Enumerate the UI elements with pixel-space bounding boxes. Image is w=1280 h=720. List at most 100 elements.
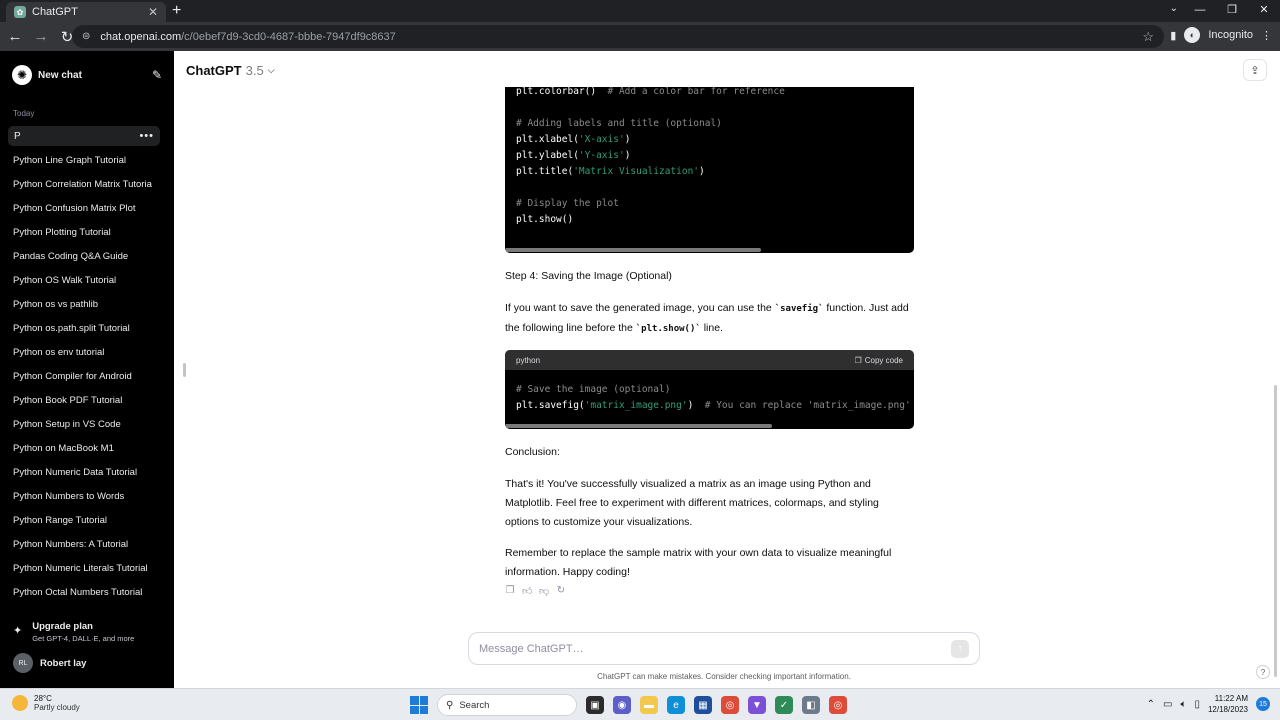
code-string: 'matrix_image.png' <box>584 400 688 411</box>
model-selector[interactable]: ChatGPT 3.5 ⌵ <box>186 63 275 78</box>
notification-badge[interactable]: 15 <box>1256 697 1270 711</box>
clock[interactable]: 11:22 AM 12/18/2023 <box>1208 693 1248 715</box>
store-icon[interactable]: ▦ <box>694 696 712 714</box>
sidebar-chat-item[interactable]: Python Confusion Matrix Plot <box>13 200 155 224</box>
close-window-button[interactable]: ✕ <box>1248 0 1280 22</box>
restore-button[interactable]: ❐ <box>1216 0 1248 22</box>
weather-temp: 28°C <box>34 694 52 703</box>
code-block-1: plt.colorbar() # Add a color bar for ref… <box>505 87 914 253</box>
sidebar-chat-item[interactable]: Python Numeric Data Tutorial <box>13 464 155 488</box>
site-info-icon[interactable]: ⊜ <box>82 31 90 42</box>
chat-history-list: Python Line Graph Tutorial Python Correla… <box>13 152 155 608</box>
app-icon-green[interactable]: ✓ <box>775 696 793 714</box>
sidebar-chat-item[interactable]: Python Numbers to Words <box>13 488 155 512</box>
help-button[interactable]: ? <box>1256 665 1270 679</box>
message-input[interactable] <box>479 642 951 655</box>
new-chat-button[interactable]: ✺ New chat ✎ <box>12 65 162 85</box>
code-block-2-scrollbar[interactable] <box>505 424 772 428</box>
active-chat-item[interactable]: P ••• <box>8 126 160 146</box>
code-language-label: python <box>516 355 541 365</box>
volume-icon[interactable]: 🔈︎ <box>1180 699 1186 710</box>
sidebar-chat-item[interactable]: Pandas Coding Q&A Guide <box>13 248 155 272</box>
copy-message-icon[interactable]: ❐ <box>505 585 515 597</box>
share-button[interactable]: ⇪ <box>1243 59 1267 81</box>
sidebar-chat-item[interactable]: Python Numbers: A Tutorial <box>13 536 155 560</box>
app-icon-purple[interactable]: ▼ <box>748 696 766 714</box>
save-instructions: If you want to save the generated image,… <box>505 299 915 339</box>
address-bar[interactable]: ⊜ chat.openai.com/c/0ebef7d9-3cd0-4687-b… <box>72 25 1164 48</box>
chat-sidebar: ✺ New chat ✎ Today P ••• Python Line Gra… <box>0 51 174 688</box>
profile-label[interactable]: Incognito <box>1208 29 1253 41</box>
sidebar-chat-item[interactable]: Python Correlation Matrix Tutoria <box>13 176 155 200</box>
page-scrollbar[interactable] <box>1274 385 1277 677</box>
bookmark-star-icon[interactable]: ☆ <box>1142 29 1154 45</box>
savefig-inline-code: `savefig` <box>774 304 824 314</box>
regenerate-icon[interactable]: ↻ <box>556 585 566 597</box>
incognito-icon[interactable]: ◐ <box>1184 27 1201 43</box>
task-view-icon[interactable]: ▣ <box>586 696 604 714</box>
sidebar-chat-item[interactable]: Python Line Graph Tutorial <box>13 152 155 176</box>
code-call: plt.savefig( <box>516 400 585 411</box>
app-icon-gray[interactable]: ◧ <box>802 696 820 714</box>
sidebar-chat-item[interactable]: Python os vs pathlib <box>13 296 155 320</box>
browser-tab[interactable]: ✿ ChatGPT ✕ <box>6 2 166 22</box>
code-tail: ) <box>624 150 631 161</box>
clipboard-icon: ❐ <box>854 355 862 365</box>
save-text-3: line. <box>700 322 723 334</box>
sidebar-chat-item[interactable]: Python Range Tutorial <box>13 512 155 536</box>
sidebar-chat-item[interactable]: Python Book PDF Tutorial <box>13 392 155 416</box>
thumbs-up-icon[interactable]: 👍︎ <box>522 585 532 597</box>
new-tab-button[interactable]: + <box>172 3 181 19</box>
sidebar-chat-item[interactable]: Python Compiler for Android <box>13 368 155 392</box>
upgrade-plan-button[interactable]: ✦ Upgrade plan Get GPT-4, DALL·E, and mo… <box>13 621 134 643</box>
forward-button[interactable]: → <box>30 28 52 45</box>
code-block-1-scrollbar[interactable] <box>505 248 761 252</box>
chrome-icon[interactable]: ◎ <box>721 696 739 714</box>
send-button[interactable]: ↑ <box>951 639 969 658</box>
start-button[interactable] <box>410 696 428 714</box>
chatgpt-favicon-icon: ✿ <box>14 6 26 18</box>
close-tab-icon[interactable]: ✕ <box>148 5 158 19</box>
weather-widget[interactable]: 28°C Partly cloudy <box>12 694 80 712</box>
menu-icon[interactable]: ⋮ <box>1261 29 1272 42</box>
edge-icon[interactable]: e <box>667 696 685 714</box>
battery-icon[interactable]: ▯ <box>1194 699 1200 710</box>
sidebar-chat-item[interactable]: Python Setup in VS Code <box>13 416 155 440</box>
sidebar-chat-item[interactable]: Python Numeric Literals Tutorial <box>13 560 155 584</box>
windows-taskbar: 28°C Partly cloudy ⚲ Search ▣ ◉ ▬ e ▦ ◎ … <box>0 688 1280 720</box>
upgrade-subtitle: Get GPT-4, DALL·E, and more <box>32 634 135 643</box>
more-options-icon[interactable]: ••• <box>139 130 154 142</box>
file-explorer-icon[interactable]: ▬ <box>640 696 658 714</box>
clock-time: 11:22 AM <box>1214 694 1248 703</box>
minimize-button[interactable]: — <box>1184 0 1216 22</box>
upgrade-title: Upgrade plan <box>32 621 93 632</box>
back-button[interactable]: ← <box>4 28 26 45</box>
user-menu[interactable]: RL Robert lay <box>13 653 86 673</box>
sidebar-chat-item[interactable]: Python on MacBook M1 <box>13 440 155 464</box>
sidebar-chat-item[interactable]: Python os.path.split Tutorial <box>13 320 155 344</box>
clock-date: 12/18/2023 <box>1207 705 1248 714</box>
sidebar-chat-item[interactable]: Python Plotting Tutorial <box>13 224 155 248</box>
copy-code-label: Copy code <box>864 355 903 365</box>
sidebar-chat-item[interactable]: Python OS Walk Tutorial <box>13 272 155 296</box>
partly-cloudy-icon <box>12 695 28 711</box>
side-panel-icon[interactable]: ▮ <box>1170 29 1176 42</box>
thumbs-down-icon[interactable]: 👎︎ <box>539 585 549 597</box>
tray-overflow-icon[interactable]: ⌃ <box>1147 699 1155 710</box>
disclaimer-text: ChatGPT can make mistakes. Consider chec… <box>597 672 851 681</box>
chrome-active-icon[interactable]: ◎ <box>829 696 847 714</box>
compose-icon[interactable]: ✎ <box>152 68 162 82</box>
network-icon[interactable]: ▭ <box>1163 699 1172 710</box>
active-chat-title: P <box>14 130 21 142</box>
code-string: 'X-axis' <box>578 134 625 145</box>
sidebar-chat-item[interactable]: Python Octal Numbers Tutorial <box>13 584 155 608</box>
taskbar-search[interactable]: ⚲ Search <box>437 694 577 716</box>
chat-app-icon[interactable]: ◉ <box>613 696 631 714</box>
chevron-down-icon: ⌵ <box>267 65 275 75</box>
browser-tab-strip: ✿ ChatGPT ✕ + ⌄ — ❐ ✕ <box>0 0 1280 22</box>
code-inline-comment: # You can replace 'matrix_image.png' w <box>693 400 914 411</box>
sidebar-toggle-handle[interactable] <box>183 363 186 377</box>
sidebar-chat-item[interactable]: Python os env tutorial <box>13 344 155 368</box>
copy-code-button[interactable]: ❐ Copy code <box>855 356 903 365</box>
tab-search-icon[interactable]: ⌄ <box>1170 3 1178 14</box>
